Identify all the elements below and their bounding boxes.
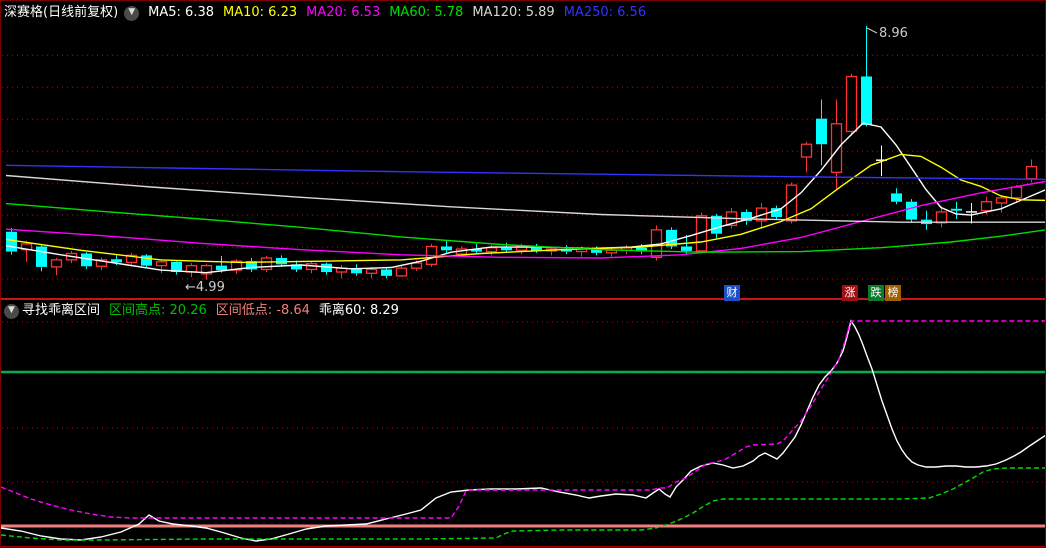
ma-label-1: MA10: 6.23	[223, 5, 298, 20]
ma-label-5: MA250: 6.56	[563, 5, 647, 20]
shortcut-button-榜[interactable]: 榜	[885, 285, 901, 301]
indicator-gridlines	[2, 321, 1045, 483]
indicator-line-区间低点	[1, 467, 1045, 541]
chevron-down-icon[interactable]: ▼	[124, 5, 140, 21]
ma-label-0: MA5: 6.38	[148, 5, 214, 20]
indicator-label-1: 区间低点: -8.64	[215, 303, 310, 318]
stock-title: 深赛格(日线前复权)	[4, 5, 119, 20]
ma-label-3: MA60: 5.78	[389, 5, 464, 20]
stock-chart-window: 8.96 ←4.99 深赛格(日线前复权) ▼ MA5: 6.38 MA10: 6.…	[0, 0, 1046, 548]
chevron-down-icon[interactable]: ▼	[4, 303, 19, 319]
indicator-line-乖离60	[1, 319, 1045, 542]
chart-canvas[interactable]: 8.96 ←4.99	[1, 1, 1046, 548]
price-annotations: 8.96 ←4.99	[185, 26, 908, 295]
ma-label-4: MA120: 5.89	[472, 5, 555, 20]
ma-line-MA250	[5, 164, 1045, 181]
shortcut-button-跌[interactable]: 跌	[868, 285, 884, 301]
shortcut-button-涨[interactable]: 涨	[842, 285, 858, 301]
candles	[6, 26, 1038, 280]
sub-chart-header: ▼ 寻找乖离区间 区间高点: 20.26 区间低点: -8.64 乖离60: 8.2…	[1, 301, 1045, 321]
ma-value-labels: MA5: 6.38 MA10: 6.23 MA20: 6.53 MA60: 5.78 M…	[139, 3, 646, 23]
indicator-label-2: 乖离60: 8.29	[318, 303, 399, 318]
indicator-lines	[1, 319, 1045, 542]
main-chart-header: 深赛格(日线前复权) ▼ MA5: 6.38 MA10: 6.23 MA20: 6.…	[1, 3, 1045, 23]
ma-label-2: MA20: 6.53	[306, 5, 381, 20]
annotation-8.96: 8.96	[879, 26, 908, 41]
indicator-title: 寻找乖离区间	[22, 303, 101, 318]
indicator-label-0: 区间高点: 20.26	[109, 303, 207, 318]
annotation-←4.99: ←4.99	[185, 280, 225, 295]
indicator-value-labels: 区间高点: 20.26 区间低点: -8.64 乖离60: 8.29	[100, 301, 399, 321]
shortcut-button-财[interactable]: 财	[724, 285, 740, 301]
